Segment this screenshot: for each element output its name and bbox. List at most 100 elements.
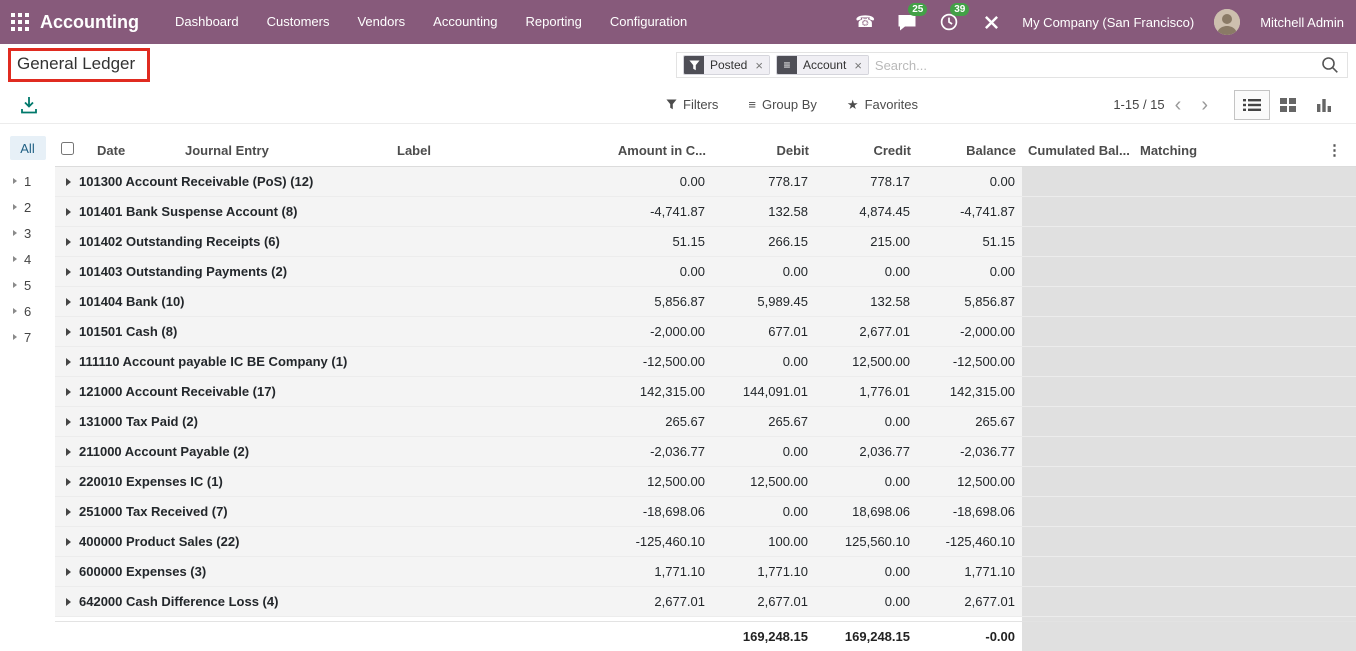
menu-vendors[interactable]: Vendors: [343, 0, 419, 44]
facet-remove-icon[interactable]: ×: [852, 56, 868, 74]
graph-view-button[interactable]: [1306, 90, 1342, 120]
balance-cell: 51.15: [917, 234, 1022, 249]
table-totals-row: 169,248.15 169,248.15 -0.00: [55, 621, 1356, 651]
column-header-balance[interactable]: Balance: [917, 143, 1022, 158]
column-header-date[interactable]: Date: [91, 143, 179, 158]
favorites-button[interactable]: ★ Favorites: [847, 97, 918, 113]
column-header-amount-currency[interactable]: Amount in C...: [562, 143, 712, 158]
credit-cell: 132.58: [815, 294, 917, 309]
filters-button[interactable]: Filters: [666, 97, 718, 113]
column-header-matching[interactable]: Matching: [1134, 143, 1226, 158]
ledger-group-row[interactable]: 101501 Cash (8) -2,000.00 677.01 2,677.0…: [55, 317, 1356, 347]
cumulated-balance-cell: [1022, 497, 1134, 526]
column-header-cumulated-balance[interactable]: Cumulated Bal...: [1022, 143, 1134, 158]
cumulated-balance-cell: [1022, 527, 1134, 556]
ledger-group-row[interactable]: 220010 Expenses IC (1) 12,500.00 12,500.…: [55, 467, 1356, 497]
list-view-button[interactable]: [1234, 90, 1270, 120]
credit-cell: 125,560.10: [815, 534, 917, 549]
search-panel-item-2[interactable]: 2: [0, 194, 55, 220]
balance-cell: 12,500.00: [917, 474, 1022, 489]
search-input[interactable]: [875, 58, 1317, 73]
ledger-group-row[interactable]: 251000 Tax Received (7) -18,698.06 0.00 …: [55, 497, 1356, 527]
search-panel-item-3[interactable]: 3: [0, 220, 55, 246]
control-bar: Filters ≡ Group By ★ Favorites 1-15 / 15…: [0, 86, 1356, 124]
group-by-icon: ≡: [777, 56, 797, 74]
facet-account: ≡ Account ×: [776, 55, 869, 75]
pivot-view-button[interactable]: [1270, 90, 1306, 120]
column-header-label[interactable]: Label: [391, 143, 562, 158]
pager-range: 1-15 / 15: [1113, 97, 1164, 112]
company-switcher[interactable]: My Company (San Francisco): [1022, 15, 1194, 30]
user-menu[interactable]: Mitchell Admin: [1260, 15, 1344, 30]
search-panel-item-5[interactable]: 5: [0, 272, 55, 298]
ledger-group-row[interactable]: 101401 Bank Suspense Account (8) -4,741.…: [55, 197, 1356, 227]
menu-configuration[interactable]: Configuration: [596, 0, 701, 44]
user-avatar[interactable]: [1214, 9, 1240, 35]
ledger-group-row[interactable]: 211000 Account Payable (2) -2,036.77 0.0…: [55, 437, 1356, 467]
group-by-label: Group By: [762, 97, 817, 112]
search-panel-item-1[interactable]: 1: [0, 168, 55, 194]
facet-remove-icon[interactable]: ×: [753, 56, 769, 74]
account-group-label: 101401 Bank Suspense Account (8): [79, 204, 297, 219]
debit-cell: 266.15: [712, 234, 815, 249]
menu-dashboard[interactable]: Dashboard: [161, 0, 253, 44]
filter-funnel-icon: [684, 56, 704, 74]
credit-cell: 1,776.01: [815, 384, 917, 399]
account-group-label: 642000 Cash Difference Loss (4): [79, 594, 278, 609]
ledger-group-row[interactable]: 642000 Cash Difference Loss (4) 2,677.01…: [55, 587, 1356, 617]
search-panel-item-4[interactable]: 4: [0, 246, 55, 272]
select-all-checkbox[interactable]: [61, 142, 74, 155]
cumulated-balance-cell: [1022, 557, 1134, 586]
ledger-group-row[interactable]: 600000 Expenses (3) 1,771.10 1,771.10 0.…: [55, 557, 1356, 587]
column-header-debit[interactable]: Debit: [712, 143, 815, 158]
matching-cell: [1134, 527, 1226, 556]
balance-cell: -2,000.00: [917, 324, 1022, 339]
phone-icon[interactable]: ☎: [854, 10, 876, 34]
matching-cell: [1134, 407, 1226, 436]
ledger-group-row[interactable]: 400000 Product Sales (22) -125,460.10 10…: [55, 527, 1356, 557]
total-credit: 169,248.15: [815, 629, 917, 644]
menu-customers[interactable]: Customers: [253, 0, 344, 44]
debit-cell: 132.58: [712, 204, 815, 219]
menu-reporting[interactable]: Reporting: [512, 0, 596, 44]
ledger-group-row[interactable]: 101404 Bank (10) 5,856.87 5,989.45 132.5…: [55, 287, 1356, 317]
ledger-group-row[interactable]: 121000 Account Receivable (17) 142,315.0…: [55, 377, 1356, 407]
account-group-label: 101403 Outstanding Payments (2): [79, 264, 287, 279]
pager-next-icon[interactable]: ›: [1191, 96, 1218, 114]
account-group-label: 600000 Expenses (3): [79, 564, 206, 579]
app-title: Accounting: [40, 12, 139, 33]
column-header-journal-entry[interactable]: Journal Entry: [179, 143, 391, 158]
ledger-group-row[interactable]: 131000 Tax Paid (2) 265.67 265.67 0.00 2…: [55, 407, 1356, 437]
debit-cell: 778.17: [712, 174, 815, 189]
amount-currency-cell: 5,856.87: [562, 294, 712, 309]
caret-icon: [13, 282, 17, 288]
ledger-group-row[interactable]: 111110 Account payable IC BE Company (1)…: [55, 347, 1356, 377]
credit-cell: 0.00: [815, 414, 917, 429]
optional-columns-icon[interactable]: ⋮: [1226, 141, 1356, 159]
debit-cell: 0.00: [712, 444, 815, 459]
search-panel-item-7[interactable]: 7: [0, 324, 55, 350]
group-by-button[interactable]: ≡ Group By: [748, 97, 817, 113]
ledger-group-row[interactable]: 101403 Outstanding Payments (2) 0.00 0.0…: [55, 257, 1356, 287]
export-download-icon[interactable]: [20, 96, 38, 114]
credit-cell: 0.00: [815, 264, 917, 279]
cumulated-balance-cell: [1022, 407, 1134, 436]
messages-icon[interactable]: 25: [896, 10, 918, 34]
matching-cell: [1134, 287, 1226, 316]
search-icon[interactable]: [1317, 56, 1343, 74]
menu-accounting[interactable]: Accounting: [419, 0, 511, 44]
column-header-credit[interactable]: Credit: [815, 143, 917, 158]
activities-clock-icon[interactable]: 39: [938, 10, 960, 34]
apps-menu-icon[interactable]: [0, 0, 40, 44]
account-group-label: 111110 Account payable IC BE Company (1): [79, 354, 347, 369]
tools-icon[interactable]: [980, 10, 1002, 34]
cumulated-balance-cell: [1022, 287, 1134, 316]
ledger-group-row[interactable]: 101300 Account Receivable (PoS) (12) 0.0…: [55, 167, 1356, 197]
amount-currency-cell: 142,315.00: [562, 384, 712, 399]
search-panel-all[interactable]: All: [10, 136, 46, 160]
amount-currency-cell: 1,771.10: [562, 564, 712, 579]
expand-caret-icon: [66, 268, 71, 276]
ledger-group-row[interactable]: 101402 Outstanding Receipts (6) 51.15 26…: [55, 227, 1356, 257]
search-panel-item-6[interactable]: 6: [0, 298, 55, 324]
pager-previous-icon[interactable]: ‹: [1165, 96, 1192, 114]
